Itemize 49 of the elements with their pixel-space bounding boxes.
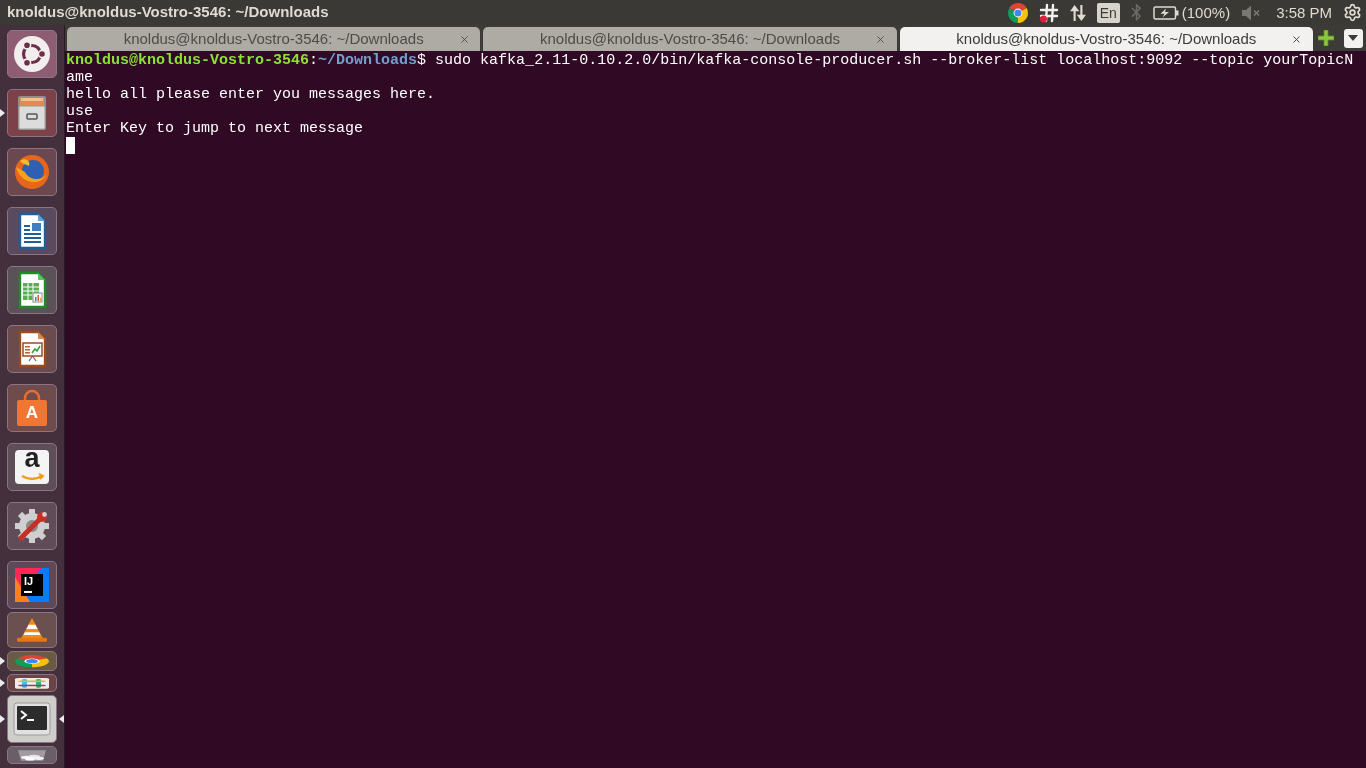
up-down-arrows-icon[interactable] xyxy=(1069,3,1086,22)
launcher-app-button[interactable] xyxy=(7,266,57,314)
gear-icon[interactable] xyxy=(1343,3,1362,22)
fox-globe-icon xyxy=(12,152,52,192)
hashtag-icon[interactable] xyxy=(1038,2,1059,23)
chrome-logo-icon xyxy=(12,653,52,669)
clock-text[interactable]: 3:58 PM xyxy=(1276,2,1332,23)
logo-letters: A xyxy=(25,404,39,421)
close-icon xyxy=(1291,33,1303,45)
logo-letters: IJ xyxy=(24,576,34,587)
battery-icon[interactable] xyxy=(1152,5,1179,20)
keyboard-layout-button[interactable]: En xyxy=(1096,2,1120,23)
launcher-app-button[interactable]: a xyxy=(7,443,57,491)
tab-list-button[interactable] xyxy=(1344,28,1363,48)
terminal-command-line: ame xyxy=(66,69,93,86)
caret-down-icon xyxy=(1348,35,1359,41)
launcher-app-button[interactable] xyxy=(7,325,57,373)
chrome-logo-icon[interactable] xyxy=(1007,2,1028,23)
logo-letters: a xyxy=(24,445,40,472)
smile-arrow-logo-icon xyxy=(12,447,52,487)
close-icon xyxy=(875,33,887,45)
launcher-app-button[interactable]: IJ xyxy=(7,561,57,609)
ubuntu-logo-icon xyxy=(12,34,52,74)
launcher-app-button[interactable] xyxy=(7,674,57,692)
terminal-tab[interactable]: knoldus@knoldus-Vostro-3546: ~/Downloads xyxy=(67,27,481,51)
terminal-command-line: knoldus@knoldus-Vostro-3546:~/Downloads$ sudo kafka_2.11-0.10.2.0/bin/kafka-console-producer.sh --broker-list localhost:9092 --topic yourTopicN xyxy=(66,52,1354,69)
launcher-app-button[interactable] xyxy=(7,89,57,137)
ide-logo-icon xyxy=(12,565,52,605)
launcher-app-button[interactable] xyxy=(7,695,57,743)
terminal-output-line: Enter Key to jump to next message xyxy=(66,120,364,137)
launcher-app-button[interactable] xyxy=(7,30,57,78)
window-title: knoldus@knoldus-Vostro-3546: ~/Downloads xyxy=(7,2,329,23)
battery-percentage[interactable]: (100%) xyxy=(1181,2,1231,23)
terminal-tab[interactable]: knoldus@knoldus-Vostro-3546: ~/Downloads xyxy=(483,27,897,51)
block-cursor-icon xyxy=(66,137,75,154)
terminal-output-line: use xyxy=(66,103,93,120)
terminal-output-line: hello all please enter you messages here. xyxy=(66,86,436,103)
launcher-app-button[interactable] xyxy=(7,207,57,255)
colored-grid-icon xyxy=(12,676,52,690)
launcher-app-button[interactable] xyxy=(7,746,57,764)
launcher-app-button[interactable] xyxy=(7,651,57,671)
terminal-tab[interactable]: knoldus@knoldus-Vostro-3546: ~/Downloads xyxy=(899,27,1313,51)
gear-wrench-icon xyxy=(12,506,52,546)
terminal-icon xyxy=(12,699,52,739)
close-icon xyxy=(458,33,470,45)
launcher-app-button[interactable] xyxy=(7,502,57,550)
plus-icon xyxy=(1318,30,1334,46)
new-tab-button[interactable] xyxy=(1316,28,1336,48)
launcher-app-button[interactable] xyxy=(7,612,57,648)
